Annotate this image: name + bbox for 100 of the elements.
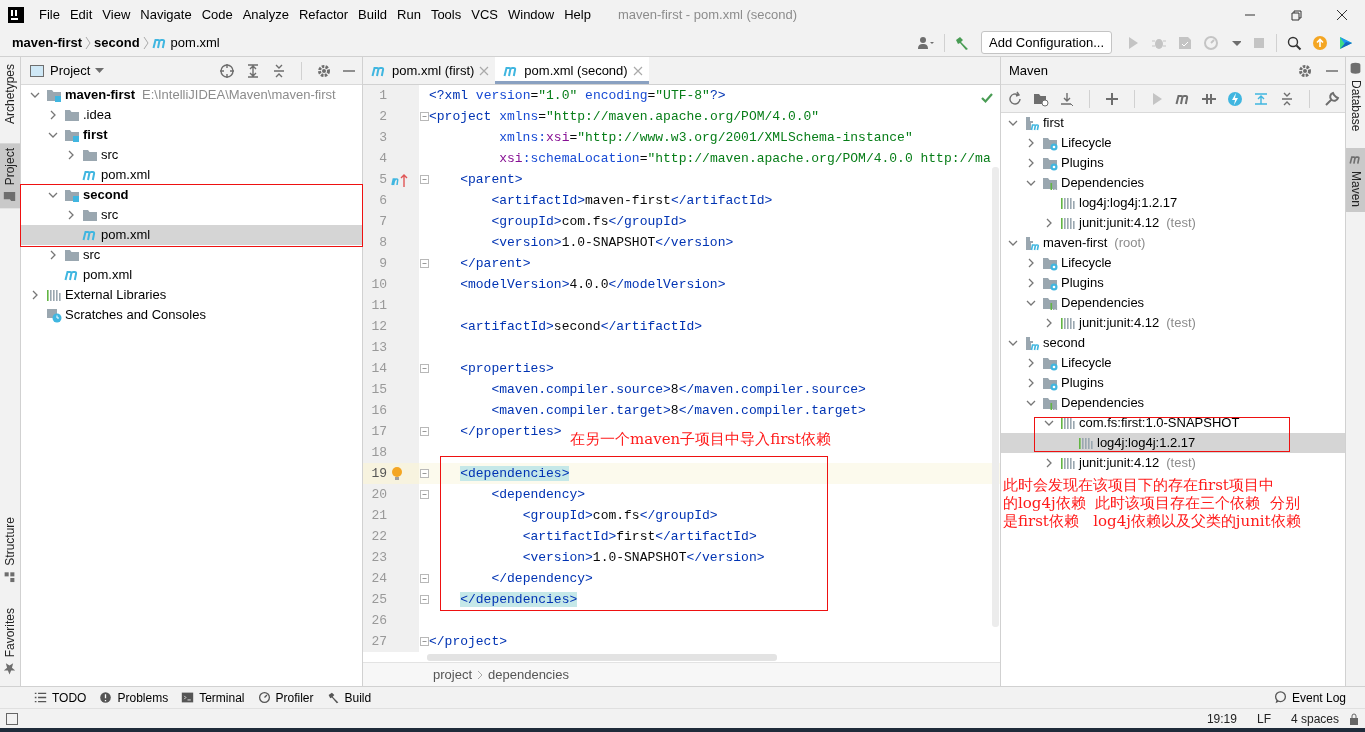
tree-item[interactable]: log4j:log4j:1.2.17 [1001,193,1345,213]
status-item[interactable]: 19:19 [1196,709,1247,728]
fold-marker-icon[interactable] [419,574,429,583]
tree-item[interactable]: maven-first E:\IntelliJIDEA\Maven\maven-first [21,85,362,105]
menu-item[interactable]: Navigate [135,0,197,29]
tool-window-tab[interactable]: Database [1346,57,1365,137]
editor-tab[interactable]: pom.xml (second) [495,57,649,84]
menu-item[interactable]: Window [502,0,560,29]
tree-item[interactable]: first [1001,113,1345,133]
tool-window-button[interactable]: Profiler [253,688,323,707]
locate-icon[interactable] [219,62,235,79]
tree-item[interactable]: junit:junit:4.12 (test) [1001,213,1345,233]
fold-marker-icon[interactable] [419,595,429,604]
tool-window-button[interactable]: Event Log [1269,688,1355,707]
tree-item[interactable]: pom.xml [21,265,362,285]
lightning-icon[interactable] [1227,90,1243,107]
menu-item[interactable]: Help [559,0,596,29]
tree-item[interactable]: junit:junit:4.12 (test) [1001,313,1345,333]
tree-item[interactable]: src [21,245,362,265]
view-selector[interactable]: Project [29,60,105,81]
user-icon[interactable] [917,34,936,51]
menu-item[interactable]: View [97,0,136,29]
settings-icon[interactable] [1297,62,1313,79]
breadcrumb-item[interactable]: maven-first [10,32,85,53]
tree-item[interactable]: maven-first (root) [1001,233,1345,253]
line-number: 22 [370,527,387,546]
tree-item[interactable]: junit:junit:4.12 (test) [1001,453,1345,473]
tool-window-tab[interactable]: Maven [1346,148,1365,213]
scrollbar[interactable] [992,167,999,627]
tree-item[interactable]: pom.xml [21,165,362,185]
tree-item[interactable]: Lifecycle [1001,253,1345,273]
fold-marker-icon[interactable] [419,112,429,121]
close-icon[interactable] [1335,8,1349,21]
download-icon[interactable] [1059,90,1075,107]
tree-item[interactable]: .idea [21,105,362,125]
menu-item[interactable]: VCS [466,0,503,29]
tool-window-button[interactable]: Build [322,688,381,707]
tree-item[interactable]: Dependencies [1001,293,1345,313]
fold-marker-icon[interactable] [419,490,429,499]
tree-item[interactable]: External Libraries [21,285,362,305]
fold-marker-icon[interactable] [419,637,429,646]
breadcrumb-item[interactable]: pom.xml [149,32,222,53]
menu-item[interactable]: Code [196,0,238,29]
tree-item[interactable]: src [21,145,362,165]
run-configuration-button[interactable]: Add Configuration... [981,30,1112,55]
breadcrumb-item[interactable]: project [429,664,477,685]
expand-all-icon[interactable] [245,62,261,79]
wrench-icon[interactable] [1324,90,1340,107]
tool-window-tab[interactable]: Favorites [0,602,20,680]
settings-icon[interactable] [316,62,332,79]
tree-item[interactable]: Lifecycle [1001,353,1345,373]
tool-window-tab[interactable]: Project [0,143,20,209]
fold-marker-icon[interactable] [419,259,429,268]
tree-item[interactable]: pom.xml [21,225,362,245]
line-number: 1 [378,86,387,105]
tool-window-button[interactable]: TODO [30,688,96,707]
menu-item[interactable]: Analyze [237,0,294,29]
editor-tab[interactable]: pom.xml (first) [363,57,496,84]
scrollbar[interactable] [427,654,777,661]
tree-item[interactable]: Dependencies [1001,393,1345,413]
menu-item[interactable]: Edit [64,0,98,29]
tree-item[interactable]: Plugins [1001,373,1345,393]
tree-item[interactable]: second [1001,333,1345,353]
add-icon[interactable] [1104,90,1120,107]
fold-marker-icon[interactable] [419,175,429,184]
build-icon[interactable] [954,34,971,51]
lightbulb-icon[interactable] [391,465,403,482]
tool-window-button[interactable]: Terminal [177,688,254,707]
status-item[interactable]: LF [1246,709,1281,728]
panel-toggle-icon[interactable] [6,712,18,725]
tool-window-tab[interactable]: Archetypes [0,59,20,130]
menu-item[interactable]: Run [392,0,426,29]
tree-item[interactable]: second [21,185,362,205]
fold-marker-icon[interactable] [419,469,429,478]
collapse-all-icon[interactable] [271,62,287,79]
collapse-all-icon[interactable] [1279,90,1295,107]
tool-window-button[interactable]: Problems [95,688,178,707]
tree-item[interactable]: Lifecycle [1001,133,1345,153]
toolbox-icon[interactable] [1338,34,1354,51]
tool-window-tab[interactable]: Structure [0,511,20,589]
restore-icon[interactable] [1289,8,1303,21]
refresh-icon[interactable] [1007,90,1023,107]
fold-marker-icon[interactable] [419,364,429,373]
menu-item[interactable]: Tools [425,0,467,29]
search-icon[interactable] [1286,34,1302,51]
fold-marker-icon[interactable] [419,427,429,436]
tree-item[interactable]: log4j:log4j:1.2.17 [1001,433,1345,453]
tree-item[interactable]: first [21,125,362,145]
tree-item[interactable]: Plugins [1001,273,1345,293]
menu-item[interactable]: Build [353,0,392,29]
tree-item[interactable]: src [21,205,362,225]
tree-item[interactable]: Dependencies [1001,173,1345,193]
tree-item[interactable]: Scratches and Consoles [21,305,362,325]
menu-item[interactable]: Refactor [293,0,354,29]
breadcrumb-item[interactable]: dependencies [484,664,573,685]
tree-item[interactable]: com.fs:first:1.0-SNAPSHOT [1001,413,1345,433]
menu-item[interactable]: File [34,0,65,29]
status-item[interactable]: 4 spaces [1280,709,1349,728]
tree-item[interactable]: Plugins [1001,153,1345,173]
breadcrumb-item[interactable]: second [92,32,142,53]
